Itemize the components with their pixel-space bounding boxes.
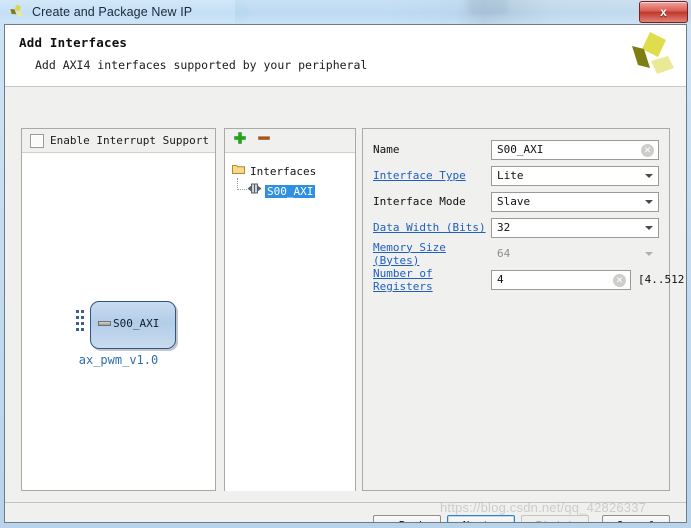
form-label: Name xyxy=(373,143,400,156)
form-input[interactable]: S00_AXI ✕ xyxy=(491,139,659,160)
ip-block[interactable]: S00_AXI xyxy=(90,301,176,349)
plus-icon[interactable] xyxy=(233,131,247,150)
wizard-footer: ‹ Back Next › Finish Cancel xyxy=(5,502,686,522)
chevron-down-icon[interactable] xyxy=(645,173,653,178)
window-client-area: Add Interfaces Add AXI4 interfaces suppo… xyxy=(4,24,687,523)
wizard-body: Enable Interrupt Support S00_AXI ax_pwm_… xyxy=(5,87,686,502)
tree-node-s00-axi-label: S00_AXI xyxy=(265,184,316,198)
form-row: Memory Size (Bytes) 64 xyxy=(373,241,659,267)
interface-icon xyxy=(247,182,262,200)
chevron-down-icon[interactable] xyxy=(645,225,653,230)
block-diagram-panel: Enable Interrupt Support S00_AXI ax_pwm_… xyxy=(21,128,216,491)
next-button[interactable]: Next › xyxy=(447,515,515,522)
form-value: 32 xyxy=(497,221,511,234)
back-button-label: Back xyxy=(399,519,426,522)
form-select[interactable]: Slave xyxy=(491,191,659,212)
form-label[interactable]: Data Width (Bits) xyxy=(373,221,491,234)
cancel-button-label: Cancel xyxy=(616,519,656,522)
ip-module-name: ax_pwm_v1.0 xyxy=(78,353,159,367)
form-value: 4 xyxy=(497,273,504,286)
cancel-button[interactable]: Cancel xyxy=(602,515,670,522)
form-label[interactable]: Interface Type xyxy=(373,169,491,182)
interface-properties-panel: Name S00_AXI ✕ Interface Type Lite Interface … xyxy=(362,128,686,491)
form-input[interactable]: 4 ✕ xyxy=(491,269,631,290)
page-title: Add Interfaces xyxy=(19,35,128,50)
window-client-border: Add Interfaces Add AXI4 interfaces suppo… xyxy=(0,24,691,528)
application-window: Create and Package New IP x Add Interfac… xyxy=(0,0,691,528)
form-select[interactable]: 32 xyxy=(491,217,659,238)
wizard-banner: Add Interfaces Add AXI4 interfaces suppo… xyxy=(5,25,686,87)
page-subtitle: Add AXI4 interfaces supported by your pe… xyxy=(35,58,368,72)
form-row: Interface Type Lite xyxy=(373,164,659,187)
form-value: Lite xyxy=(497,169,524,182)
block-port-icon xyxy=(98,321,111,326)
finish-button-label: Finish xyxy=(535,519,575,522)
clear-icon[interactable]: ✕ xyxy=(613,273,626,287)
interface-properties-form: Name S00_AXI ✕ Interface Type Lite Interface … xyxy=(363,129,686,294)
xilinx-logo-icon xyxy=(628,30,676,80)
form-value: S00_AXI xyxy=(497,143,544,156)
tree-node-s00-axi[interactable]: S00_AXI xyxy=(247,182,316,200)
enable-interrupt-label: Enable Interrupt Support xyxy=(50,134,209,147)
form-label[interactable]: Number of Registers xyxy=(373,267,491,293)
finish-button: Finish xyxy=(521,515,589,522)
form-label[interactable]: Memory Size (Bytes) xyxy=(373,241,491,267)
back-button[interactable]: ‹ Back xyxy=(373,515,441,522)
chevron-down-icon[interactable] xyxy=(645,199,653,204)
next-button-label: Next xyxy=(463,519,490,522)
window-titlebar: Create and Package New IP x xyxy=(0,0,691,25)
form-label: Interface Mode xyxy=(373,195,466,208)
form-row: Number of Registers 4 ✕ [4..512] xyxy=(373,267,686,293)
value-range-hint: [4..512] xyxy=(638,273,687,286)
form-row: Data Width (Bits) 32 xyxy=(373,216,659,239)
form-row: Interface Mode Slave xyxy=(373,190,659,213)
interfaces-tree-panel: Interfaces S00_AXI xyxy=(224,128,356,491)
tree-elbow-connector xyxy=(237,178,247,190)
window-title: Create and Package New IP xyxy=(32,5,193,19)
form-value: 64 xyxy=(497,247,511,260)
close-icon: x xyxy=(660,5,667,19)
xilinx-logo-icon xyxy=(8,3,26,21)
block-connector-pins xyxy=(76,310,88,338)
tree-node-interfaces-label: Interfaces xyxy=(250,164,317,178)
form-select: 64 xyxy=(491,243,659,264)
enable-interrupt-checkbox[interactable] xyxy=(30,133,44,148)
minus-icon[interactable] xyxy=(257,131,271,150)
chevron-down-icon xyxy=(645,251,653,256)
close-button[interactable]: x xyxy=(639,1,688,23)
form-value: Slave xyxy=(497,195,531,208)
interfaces-toolbar xyxy=(225,129,355,153)
form-select[interactable]: Lite xyxy=(491,165,659,186)
form-row: Name S00_AXI ✕ xyxy=(373,138,659,161)
interfaces-tree[interactable]: Interfaces S00_AXI xyxy=(225,154,355,491)
enable-interrupt-row[interactable]: Enable Interrupt Support xyxy=(22,129,215,153)
clear-icon[interactable]: ✕ xyxy=(641,143,654,157)
chevron-right-icon: › xyxy=(493,520,499,522)
chevron-left-icon: ‹ xyxy=(389,520,395,522)
ip-block-diagram: S00_AXI ax_pwm_v1.0 xyxy=(22,153,215,491)
block-port-label: S00_AXI xyxy=(113,317,160,330)
